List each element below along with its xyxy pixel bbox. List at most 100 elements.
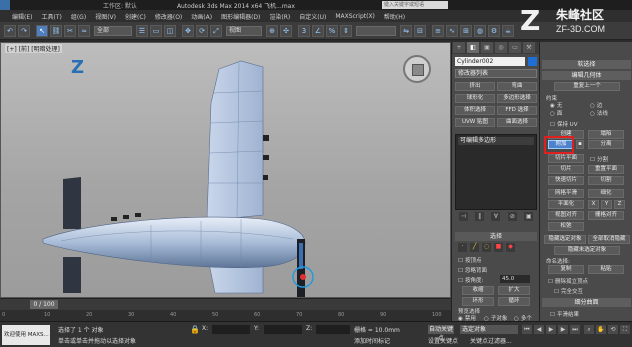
utilities-tab-icon[interactable]: ⚒ [523,42,535,53]
polygon-icon[interactable]: ■ [494,243,503,252]
vertex-icon[interactable]: · [458,243,467,252]
reset-plane-button[interactable]: 重置平面 [588,165,624,174]
poly-select-button[interactable]: 多边形选择 [497,94,537,103]
curve-editor-icon[interactable]: ∿ [446,25,458,37]
go-to-end-icon[interactable]: ⏭ [570,325,580,334]
modify-tab-icon[interactable]: ◧ [467,42,479,53]
object-name-field[interactable]: Cylinder002 [455,57,525,66]
modifier-stack[interactable]: 可编辑多边形 [455,134,537,210]
align-icon[interactable]: ⊟ [414,25,426,37]
pin-stack-icon[interactable]: ⊣ [458,212,468,221]
grid-align-button[interactable]: 栅格对齐 [588,211,624,220]
tessellate-button[interactable]: 细化 [588,189,624,198]
pan-icon[interactable]: ✋ [596,325,606,334]
scale-icon[interactable]: ⤢ [210,25,222,37]
track-bar[interactable]: 0 10 20 30 40 50 60 70 80 90 100 [0,310,451,321]
full-interactivity-checkbox[interactable]: 完全交互 [554,287,583,295]
selection-set-select[interactable]: 选定对象 [460,325,518,334]
relax-button[interactable]: 松弛 [548,222,584,231]
pivot-icon[interactable]: ⊕ [266,25,278,37]
menu-customize[interactable]: 自定义(U) [299,12,326,21]
orbit-icon[interactable]: ⟲ [608,325,618,334]
hierarchy-tab-icon[interactable]: ▣ [481,42,493,53]
edit-geometry-rollout[interactable]: 编辑几何体 [542,71,631,80]
airplane-model[interactable] [1,43,451,298]
reference-coordinate-select[interactable]: 视图 [226,26,262,36]
select-by-name-icon[interactable]: ☰ [136,25,148,37]
cut-button[interactable]: 切割 [588,176,624,185]
search-input[interactable]: 键入关键字或短语 [382,1,448,9]
view-align-button[interactable]: 视图对齐 [548,211,584,220]
constraint-none-radio[interactable]: 无 [550,101,563,109]
planarize-y-button[interactable]: Y [601,200,612,209]
slice-button[interactable]: 切片 [548,165,584,174]
show-end-result-icon[interactable]: ‖ [475,212,485,221]
material-editor-icon[interactable]: ◍ [474,25,486,37]
loop-button[interactable]: 循环 [498,297,530,306]
grow-button[interactable]: 扩大 [498,286,530,295]
surface-select-button[interactable]: 曲面选择 [497,118,537,127]
named-selection-sets[interactable] [356,26,396,36]
spinner-snap-icon[interactable]: ⇕ [340,25,352,37]
menu-tools[interactable]: 工具(T) [41,12,61,21]
hide-selected-button[interactable]: 隐藏选定对象 [544,235,586,244]
add-time-tag[interactable]: 添加时间标记 [354,336,390,345]
display-tab-icon[interactable]: ▭ [509,42,521,53]
snaps-icon[interactable]: 3 [298,25,310,37]
maxscript-listener[interactable]: 欢迎使用 MAXS... [2,325,50,345]
menu-modifiers[interactable]: 修改器(O) [155,12,182,21]
menu-create[interactable]: 创建(C) [125,12,146,21]
menu-rendering[interactable]: 渲染(R) [269,12,290,21]
soft-selection-rollout[interactable]: 软选择 [542,60,631,69]
menu-animation[interactable]: 动画(A) [191,12,212,21]
motion-tab-icon[interactable]: ◎ [495,42,507,53]
planarize-button[interactable]: 平面化 [548,200,584,209]
remove-modifier-icon[interactable]: ⊘ [507,212,517,221]
select-link-icon[interactable]: ⛓ [50,25,62,37]
angle-snap-icon[interactable]: ∠ [312,25,324,37]
smooth-result-checkbox[interactable]: 平滑结果 [550,310,579,318]
stack-entry-editable-poly[interactable]: 可编辑多边形 [458,137,534,145]
border-icon[interactable]: ◌ [482,243,491,252]
selection-filter-select[interactable]: 全部 [94,26,132,36]
play-icon[interactable]: ▶ [546,325,556,334]
paste-button[interactable]: 粘贴 [588,265,624,274]
go-to-start-icon[interactable]: ⏮ [522,325,532,334]
window-crossing-icon[interactable]: ◫ [164,25,176,37]
angle-spinner[interactable]: 45.0 [500,275,530,283]
object-color-swatch[interactable] [528,57,537,66]
menu-edit[interactable]: 编辑(E) [12,12,32,21]
ring-button[interactable]: 环形 [462,297,494,306]
time-slider[interactable]: 0 / 100 [0,298,451,310]
configure-modifier-sets-icon[interactable]: ▣ [524,212,534,221]
percent-snap-icon[interactable]: % [326,25,338,37]
split-checkbox[interactable]: 分割 [590,155,608,163]
attach-settings-icon[interactable]: ▪ [576,140,584,149]
vol-select-button[interactable]: 体积选择 [455,106,495,115]
delete-isolated-checkbox[interactable]: 删除孤立顶点 [548,277,588,285]
subdivision-surface-rollout[interactable]: 细分曲面 [542,298,631,307]
workspace-select[interactable]: 工作区: 默认 [103,1,137,10]
hide-unselected-button[interactable]: 隐藏未选定对象 [554,246,620,255]
planarize-x-button[interactable]: X [588,200,599,209]
render-setup-icon[interactable]: ⚙ [488,25,500,37]
unhide-all-button[interactable]: 全部取消隐藏 [588,235,630,244]
extrude-button[interactable]: 挤出 [455,82,495,91]
render-icon[interactable]: ☕ [502,25,514,37]
select-object-icon[interactable]: ↖ [36,25,48,37]
auto-key-button[interactable]: 自动关键点 [428,325,454,342]
undo-icon[interactable]: ↶ [4,25,16,37]
element-icon[interactable]: ◆ [506,243,515,252]
by-angle-checkbox[interactable]: 按角度: [458,276,483,284]
unlink-icon[interactable]: ✂ [64,25,76,37]
z-coordinate-field[interactable] [316,325,350,334]
bind-spacewarp-icon[interactable]: ≈ [78,25,90,37]
menu-group[interactable]: 组(G) [71,12,86,21]
uvw-map-button[interactable]: UVW 贴图 [455,118,495,127]
rectangle-select-icon[interactable]: ▭ [150,25,162,37]
modifier-list-select[interactable]: 修改器列表 [455,69,537,78]
slice-plane-button[interactable]: 切片平面 [548,154,584,163]
redo-icon[interactable]: ↷ [18,25,30,37]
make-unique-icon[interactable]: ∀ [491,212,501,221]
schematic-view-icon[interactable]: ⊞ [460,25,472,37]
